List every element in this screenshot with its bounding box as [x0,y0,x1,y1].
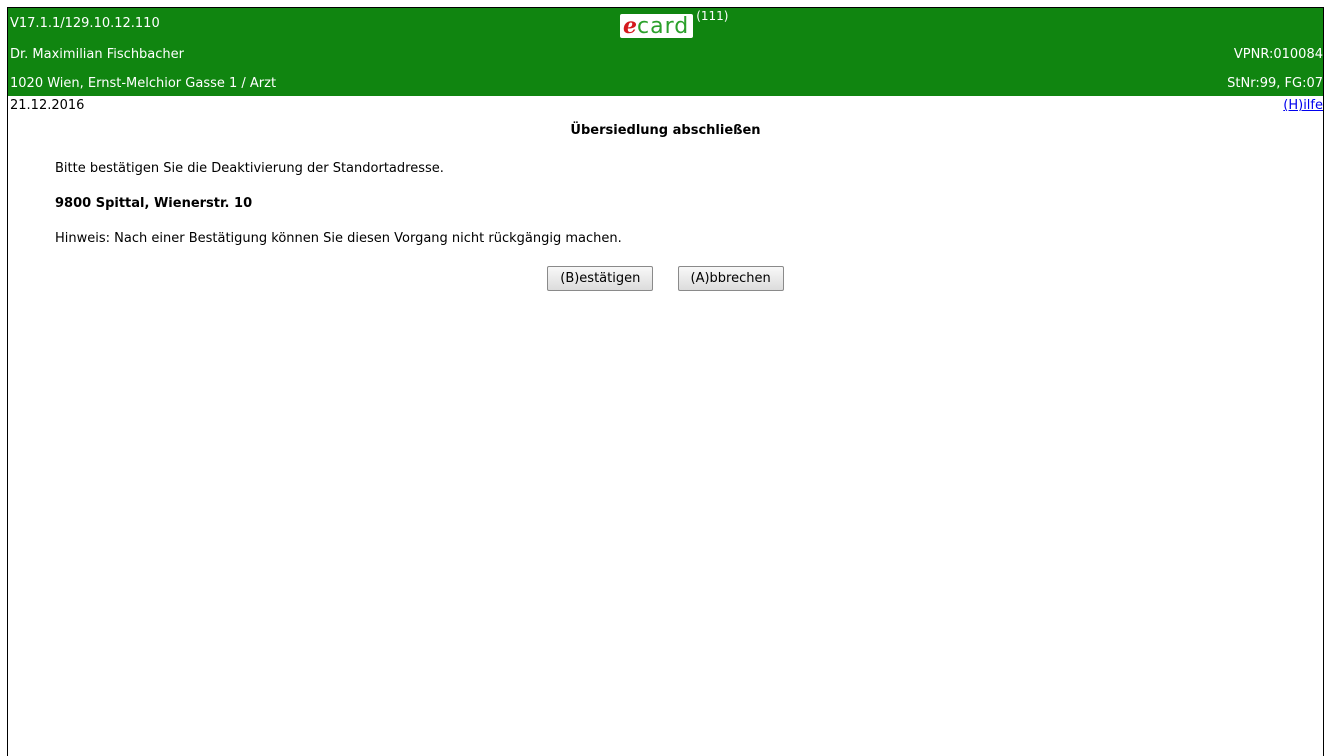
ecard-logo-card: card [637,14,690,39]
date-bar: 21.12.2016 (H)ilfe [8,96,1323,116]
main-content: Bitte bestätigen Sie die Deaktivierung d… [8,160,1323,248]
current-date: 21.12.2016 [10,98,85,113]
screen-code: (111) [696,9,729,23]
ecard-logo: ecard (111) [620,9,729,42]
app-frame: V17.1.1/129.10.12.110 ecard (111) Dr. Max… [7,7,1324,756]
header-bar: V17.1.1/129.10.12.110 ecard (111) Dr. Max… [8,8,1323,96]
cancel-button[interactable]: (A)bbrechen [677,266,784,291]
ecard-logo-box: ecard [620,13,694,39]
button-row: (B)estätigen (A)bbrechen [8,266,1323,291]
confirm-button[interactable]: (B)estätigen [547,266,654,291]
station-text: StNr:99, FG:07 [1227,76,1323,91]
location-address: 9800 Spittal, Wienerstr. 10 [55,196,253,211]
version-text: V17.1.1/129.10.12.110 [10,16,160,31]
help-link[interactable]: (H)ilfe [1283,96,1323,116]
ecard-logo-e: e [623,13,637,39]
header-row-3: 1020 Wien, Ernst-Melchior Gasse 1 / Arzt… [8,73,1323,95]
confirm-text: Bitte bestätigen Sie die Deaktivierung d… [55,161,444,176]
vpnr-text: VPNR:010084 [1233,47,1323,62]
header-row-2: Dr. Maximilian Fischbacher VPNR:010084 [8,44,1323,66]
doctor-address: 1020 Wien, Ernst-Melchior Gasse 1 / Arzt [10,76,277,91]
page-title: Übersiedlung abschließen [570,123,761,138]
doctor-name: Dr. Maximilian Fischbacher [10,47,185,62]
hint-text: Hinweis: Nach einer Bestätigung können S… [55,231,622,246]
